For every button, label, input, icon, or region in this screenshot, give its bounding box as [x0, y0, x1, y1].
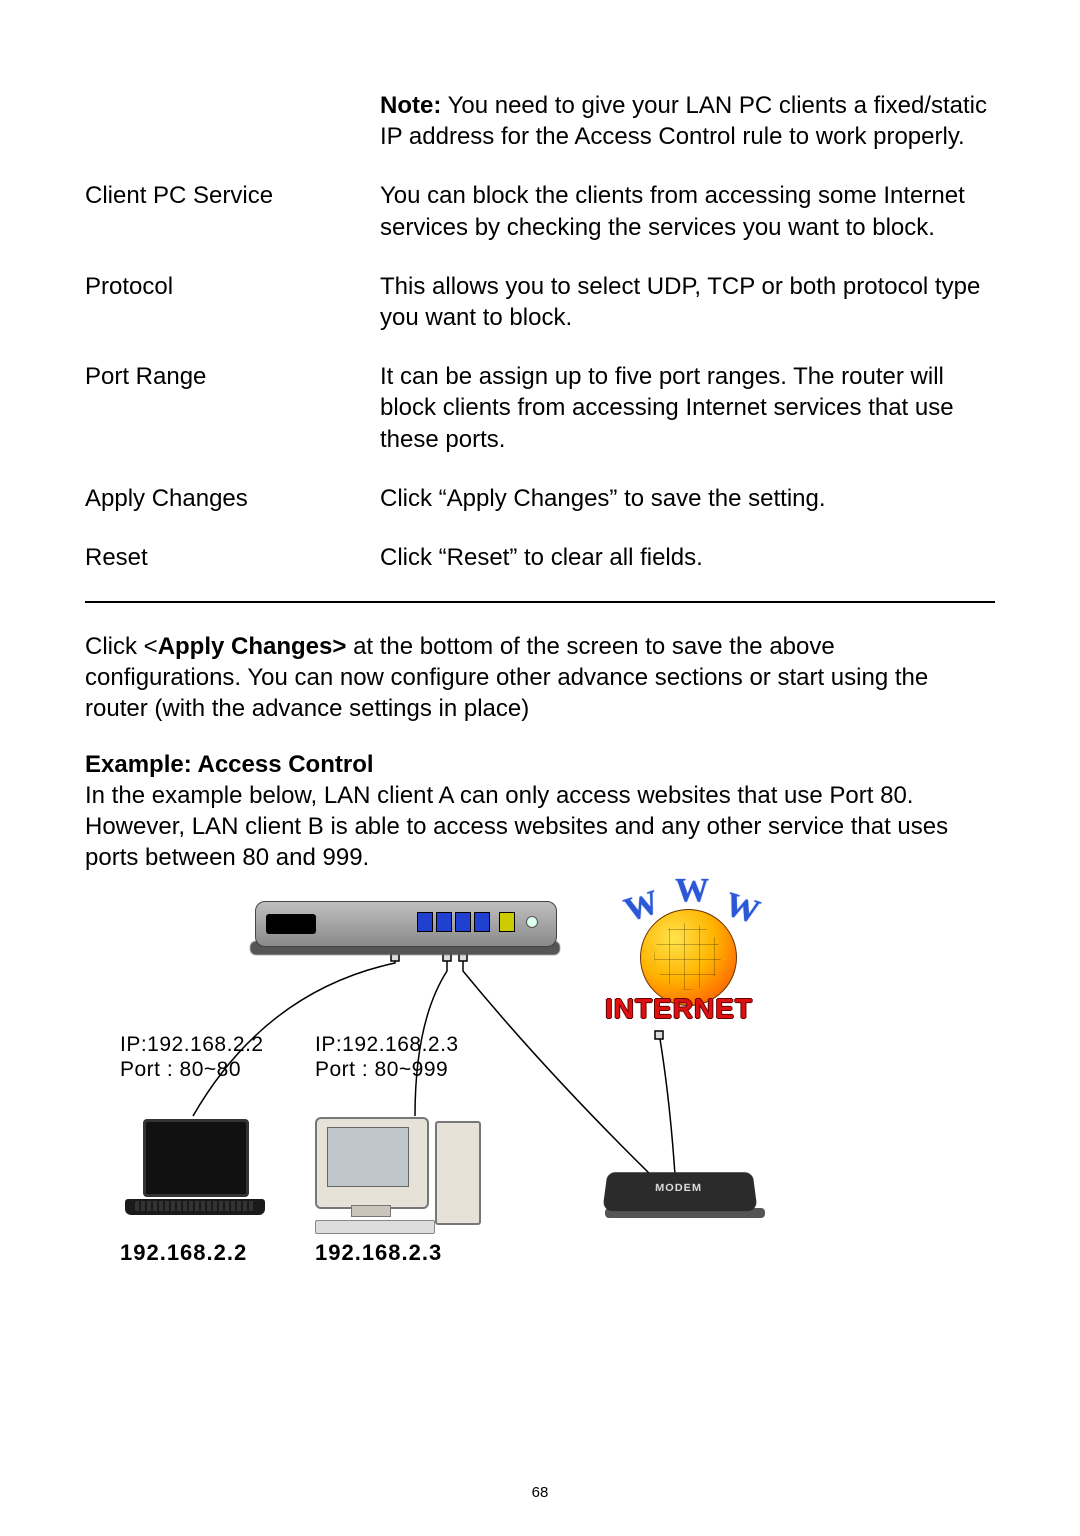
desc: Click “Apply Changes” to save the settin… — [380, 473, 995, 524]
term: Apply Changes — [85, 473, 380, 524]
note-cell: Note: You need to give your LAN PC clien… — [380, 80, 995, 162]
table-row: Client PC Service You can block the clie… — [85, 170, 995, 252]
term: Client PC Service — [85, 170, 380, 252]
desc: You can block the clients from accessing… — [380, 170, 995, 252]
separator — [85, 601, 995, 603]
table-row: Apply Changes Click “Apply Changes” to s… — [85, 473, 995, 524]
desc: Click “Reset” to clear all fields. — [380, 532, 995, 583]
desc: This allows you to select UDP, TCP or bo… — [380, 261, 995, 343]
network-diagram: IP:192.168.2.2 Port : 80~80 IP:192.168.2… — [115, 891, 795, 1301]
laptop-icon — [125, 1119, 275, 1229]
router-icon — [255, 901, 557, 947]
modem-icon: MODEM — [605, 1171, 765, 1241]
page-number: 68 — [0, 1483, 1080, 1503]
client-a-port: Port : 80~80 — [120, 1056, 241, 1083]
desktop-icon — [315, 1117, 500, 1237]
client-b-ip: IP:192.168.2.3 — [315, 1031, 459, 1058]
apply-paragraph: Click <Apply Changes> at the bottom of t… — [85, 631, 995, 725]
term: Port Range — [85, 351, 380, 465]
manual-page: Note: You need to give your LAN PC clien… — [0, 0, 1080, 1536]
client-b-addr: 192.168.2.3 — [315, 1239, 442, 1268]
table-row: Protocol This allows you to select UDP, … — [85, 261, 995, 343]
table-row: Port Range It can be assign up to five p… — [85, 351, 995, 465]
note-prefix: Note: — [380, 92, 441, 119]
modem-label: MODEM — [655, 1182, 703, 1196]
internet-icon: W W W INTERNET — [585, 891, 785, 1041]
desc: It can be assign up to five port ranges.… — [380, 351, 995, 465]
apply-bold: Apply Changes> — [158, 633, 347, 660]
internet-label: INTERNET — [605, 991, 753, 1027]
parameter-table: Note: You need to give your LAN PC clien… — [85, 80, 995, 583]
example-section: Example: Access Control In the example b… — [85, 749, 995, 874]
client-a-ip: IP:192.168.2.2 — [120, 1031, 264, 1058]
table-row: Reset Click “Reset” to clear all fields. — [85, 532, 995, 583]
note-text: You need to give your LAN PC clients a f… — [380, 92, 987, 150]
term: Reset — [85, 532, 380, 583]
client-b-port: Port : 80~999 — [315, 1056, 448, 1083]
term: Protocol — [85, 261, 380, 343]
client-a-addr: 192.168.2.2 — [120, 1239, 247, 1268]
example-body: In the example below, LAN client A can o… — [85, 780, 995, 874]
example-heading: Example: Access Control — [85, 749, 995, 780]
apply-pre: Click < — [85, 633, 158, 660]
